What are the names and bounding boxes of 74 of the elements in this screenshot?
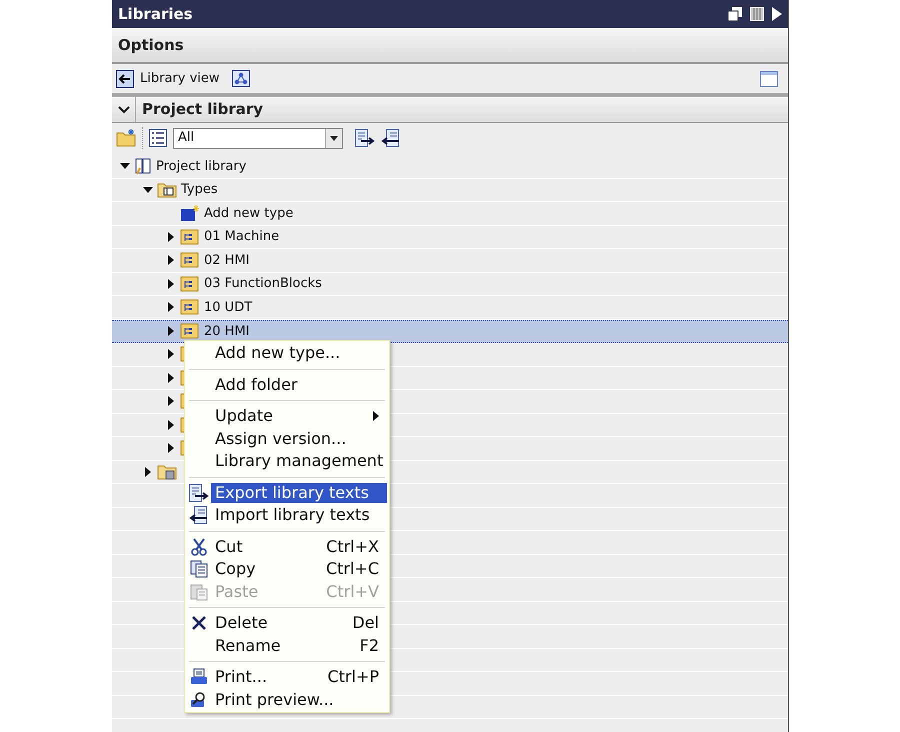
printer-icon <box>190 668 208 686</box>
panel-title: Libraries <box>118 4 193 25</box>
expand-arrow-icon[interactable] <box>168 420 174 430</box>
tree-item-label: Project library <box>156 158 246 176</box>
export-icon[interactable] <box>189 484 209 502</box>
tree-item-label: 20 HMI <box>204 322 250 340</box>
paste-icon <box>190 582 208 601</box>
scissors-icon <box>190 538 208 556</box>
folder-icon <box>180 299 200 316</box>
collapse-chevron-icon[interactable] <box>118 104 130 114</box>
restore-window-icon[interactable] <box>728 7 742 21</box>
columns-icon[interactable] <box>750 7 764 21</box>
export-icon[interactable] <box>355 129 375 147</box>
menu-item[interactable]: Assign version... <box>211 428 387 449</box>
list-view-icon[interactable] <box>149 129 167 147</box>
tree-row[interactable]: 02 HMI <box>112 249 788 272</box>
menu-item[interactable]: Delete Del <box>211 613 387 634</box>
folder-icon <box>157 182 177 198</box>
tree-item-label: Add new type <box>204 204 294 222</box>
folder-icon <box>180 276 200 292</box>
tree-item-label: 03 FunctionBlocks <box>204 275 322 293</box>
expand-arrow-icon[interactable] <box>168 278 174 289</box>
folder-icon <box>180 323 200 340</box>
menu-item[interactable]: Add folder <box>211 374 387 395</box>
tree-row[interactable]: Types <box>112 178 788 202</box>
import-icon[interactable] <box>189 506 209 524</box>
menu-item[interactable]: Update <box>211 406 387 426</box>
collapse-arrow-icon[interactable] <box>120 163 130 170</box>
menu-item[interactable]: Export library texts <box>211 482 387 503</box>
import-icon[interactable] <box>381 129 401 147</box>
library-network-icon[interactable] <box>232 70 250 87</box>
copy-icon <box>190 560 208 578</box>
section-header: Project library <box>142 99 264 120</box>
expand-arrow-icon[interactable] <box>168 255 174 266</box>
menu-item[interactable]: Rename F2 <box>211 636 387 656</box>
expand-arrow-icon[interactable] <box>772 7 782 21</box>
submenu-arrow-icon[interactable] <box>373 411 379 422</box>
expand-arrow-icon[interactable] <box>145 466 151 477</box>
menu-item[interactable]: Add new type... <box>211 343 387 364</box>
tree-item-label: Types <box>181 181 218 199</box>
expand-arrow-icon[interactable] <box>168 326 174 336</box>
menu-item[interactable]: Print... Ctrl+P <box>211 667 387 688</box>
new-folder-icon[interactable] <box>116 129 136 147</box>
menu-item[interactable]: Library management <box>211 451 392 472</box>
expand-arrow-icon[interactable] <box>168 372 174 383</box>
expand-arrow-icon[interactable] <box>168 443 174 454</box>
filter-dropdown[interactable]: All <box>173 128 343 148</box>
collapse-arrow-icon[interactable] <box>143 186 153 193</box>
expand-arrow-icon[interactable] <box>168 232 174 242</box>
tree-row[interactable]: 20 HMI <box>112 320 788 343</box>
folder-icon <box>157 464 177 480</box>
expand-arrow-icon[interactable] <box>168 349 174 360</box>
tree-row[interactable]: 01 Machine <box>112 226 788 249</box>
menu-item[interactable]: Import library texts <box>211 505 387 526</box>
folder-icon <box>180 252 200 268</box>
expand-arrow-icon[interactable] <box>168 396 174 406</box>
folder-icon <box>180 228 200 245</box>
menu-item[interactable]: Cut Ctrl+X <box>211 536 387 557</box>
tree-item-label: 01 Machine <box>204 228 280 246</box>
new-item-icon <box>180 204 200 222</box>
section-header: Options <box>118 34 184 56</box>
menu-item[interactable]: Print preview... <box>211 690 387 710</box>
tree-row[interactable]: Project library <box>112 155 788 178</box>
dropdown-arrow-icon[interactable] <box>330 136 338 140</box>
menu-item[interactable]: Copy Ctrl+C <box>211 559 387 580</box>
book-icon <box>134 157 152 176</box>
tree-row[interactable]: Add new type <box>112 202 788 226</box>
tree-row[interactable]: 03 FunctionBlocks <box>112 272 788 296</box>
delete-icon <box>191 615 207 632</box>
tree-item-label: 10 UDT <box>204 298 252 316</box>
tree-item-label: 02 HMI <box>204 252 250 270</box>
library-view-button[interactable]: Library view <box>140 68 220 88</box>
window-icon[interactable] <box>760 70 778 86</box>
expand-arrow-icon[interactable] <box>168 302 174 312</box>
